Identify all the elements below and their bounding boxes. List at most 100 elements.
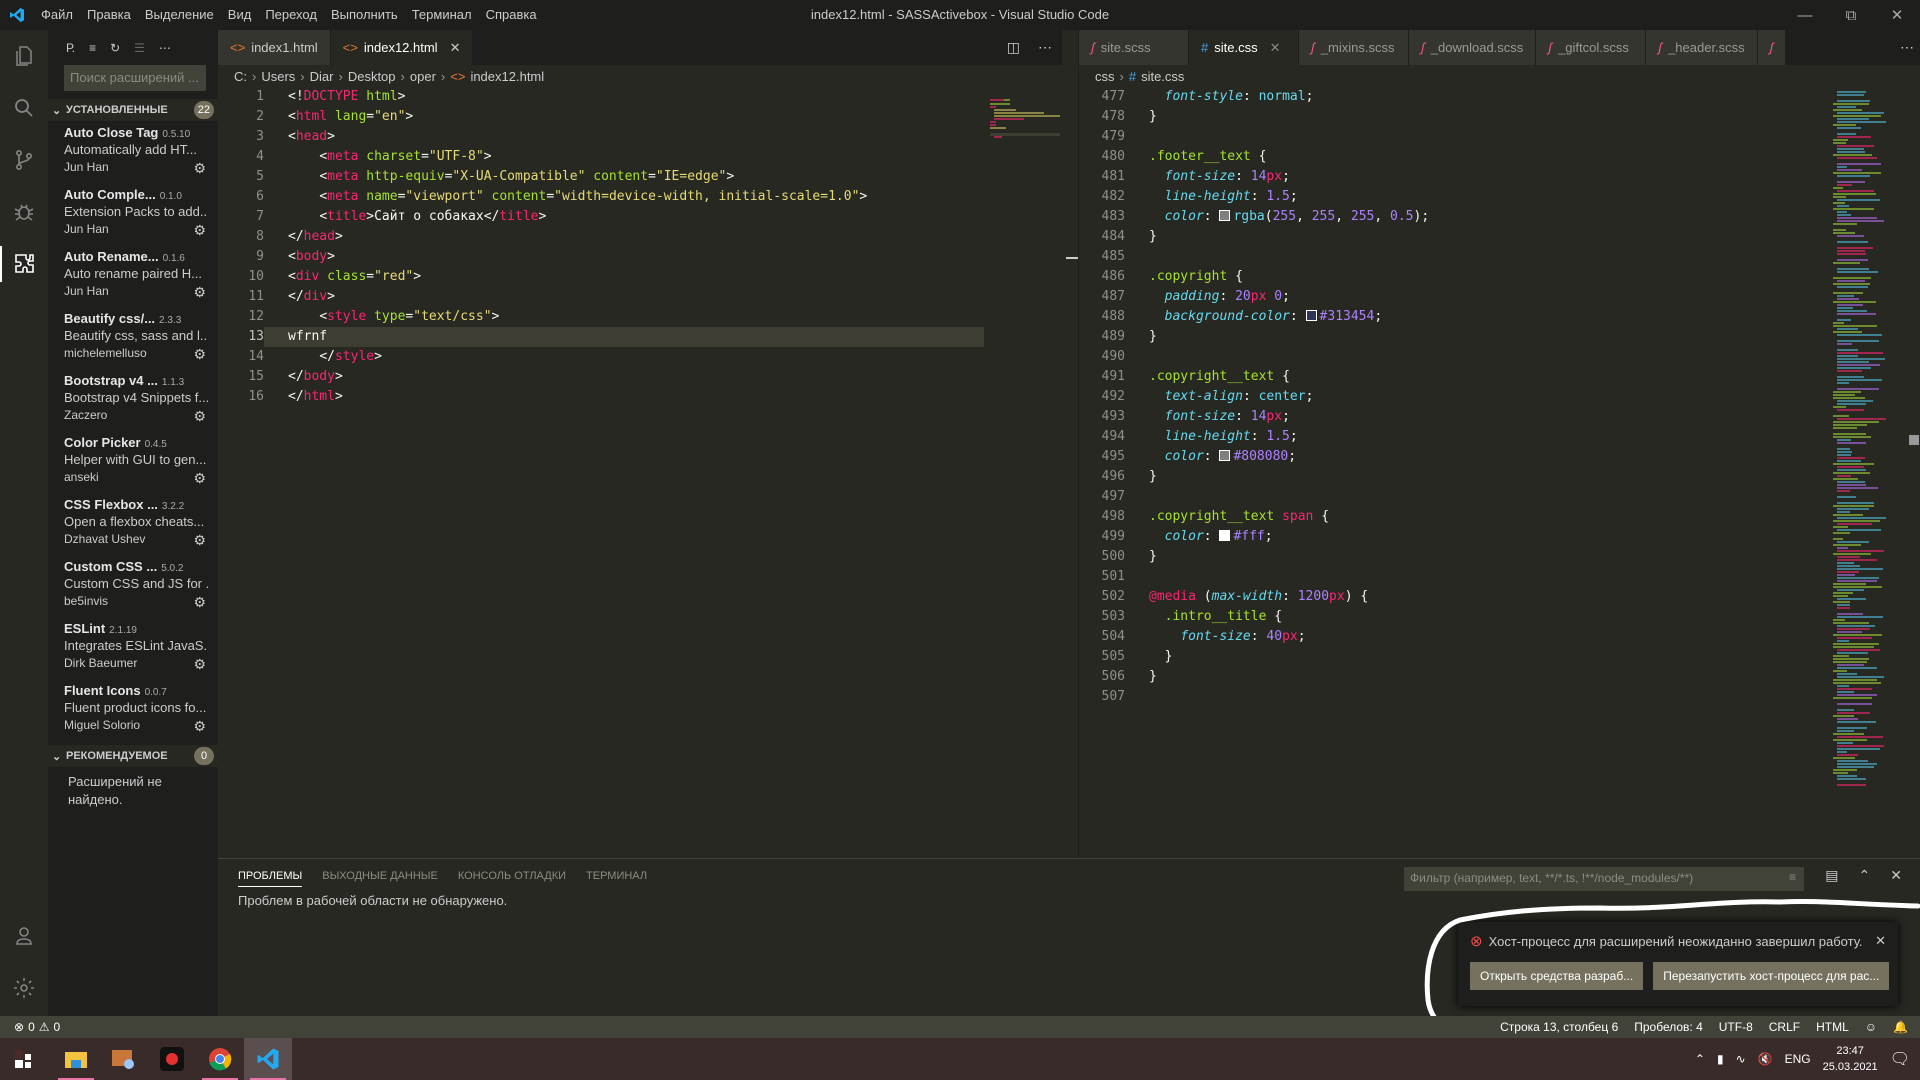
photo-app-icon[interactable] [100,1038,148,1080]
tab-site-scss[interactable]: ʃ site.scss [1079,30,1189,65]
code-editor-right[interactable]: 477 font-style: normal; 478} 479 480 .footer… [1079,87,1920,707]
tab-index1-html[interactable]: <> index1.html [218,30,331,65]
tab-overflow[interactable]: ʃ [1757,30,1787,65]
tab-site-css[interactable]: # site.css ✕ [1189,30,1299,65]
notifications-bell-icon[interactable]: 🔔 [1893,1020,1908,1034]
manage-gear-icon[interactable]: ⚙ [193,284,206,301]
extension-item[interactable]: Fluent Icons 0.0.7 Fluent product icons fo… [48,679,218,741]
close-panel-icon[interactable]: ✕ [1890,867,1902,884]
file-explorer-icon[interactable] [52,1038,100,1080]
code-line[interactable]: 502 @media (max-width: 1200px) { [1079,587,1920,607]
code-line[interactable]: 4 <meta charset="UTF-8"> [218,147,984,167]
manage-gear-icon[interactable]: ⚙ [193,222,206,239]
language-mode[interactable]: HTML [1816,1020,1849,1034]
code-line[interactable]: 486 .copyright { [1079,267,1920,287]
code-line[interactable]: 5 <meta http-equiv="X-UA-Compatible" con… [218,167,984,187]
extension-item[interactable]: Bootstrap v4 ... 1.1.3 Bootstrap v4 Snippe… [48,369,218,431]
code-line[interactable]: 498 .copyright__text span { [1079,507,1920,527]
code-line[interactable]: 478} [1079,107,1920,127]
code-line[interactable]: 501 [1079,567,1920,587]
code-line[interactable]: 491 .copyright__text { [1079,367,1920,387]
menu-file[interactable]: Файл [34,0,80,30]
code-editor-left[interactable]: 1 <!DOCTYPE html> 2 <html lang="en"> 3 <head>… [218,87,984,407]
source-control-icon[interactable] [0,134,48,186]
breadcrumb-item[interactable]: C: [234,69,247,84]
code-line[interactable]: 7 <title>Сайт о собаках</title> [218,207,984,227]
tab-giftcol-scss[interactable]: ʃ _giftcol.scss [1536,30,1647,65]
code-line[interactable]: 483 color: rgba(255, 255, 255, 0.5); [1079,207,1920,227]
feedback-icon[interactable]: ☺ [1865,1020,1877,1034]
extension-item[interactable]: Auto Comple... 0.1.0 Extension Packs to ad… [48,183,218,245]
manage-gear-icon[interactable]: ⚙ [193,470,206,487]
code-line[interactable]: 495 color: #808080; [1079,447,1920,467]
code-line[interactable]: 497 [1079,487,1920,507]
code-line[interactable]: 3 <head> [218,127,984,147]
cursor-position[interactable]: Строка 13, столбец 6 [1500,1020,1618,1034]
filter-icon[interactable]: ≡ [89,41,96,55]
code-line[interactable]: 15 </body> [218,367,984,387]
manage-gear-icon[interactable]: ⚙ [193,346,206,363]
breadcrumb-item[interactable]: Desktop [348,69,396,84]
code-line[interactable]: 489} [1079,327,1920,347]
menu-go[interactable]: Переход [258,0,324,30]
code-line[interactable]: 500} [1079,547,1920,567]
tab-mixins-scss[interactable]: ʃ _mixins.scss [1299,30,1409,65]
volume-muted-icon[interactable]: 🔇 [1758,1052,1773,1066]
code-line[interactable]: 487 padding: 20px 0; [1079,287,1920,307]
restart-extension-host-button[interactable]: Перезапустить хост-процесс для рас... [1653,962,1890,990]
vscode-taskbar-icon[interactable] [244,1038,292,1080]
minimap-left[interactable] [990,87,1064,867]
close-window-button[interactable]: ✕ [1874,0,1920,30]
code-line[interactable]: 490 [1079,347,1920,367]
refresh-icon[interactable]: ↻ [110,41,120,55]
code-line[interactable]: 480 .footer__text { [1079,147,1920,167]
maximize-panel-icon[interactable]: ⌃ [1859,867,1871,884]
problems-filter-input[interactable]: Фильтр (например, text, **/*.ts, !**/nod… [1404,867,1804,891]
panel-tab-terminal[interactable]: ТЕРМИНАЛ [586,870,647,882]
code-line[interactable]: 496} [1079,467,1920,487]
restore-button[interactable]: ⧉ [1828,0,1874,30]
extension-item[interactable]: Auto Close Tag 0.5.10 Automatically add HT… [48,121,218,183]
scrollbar-thumb[interactable] [1909,435,1919,445]
code-line[interactable]: 1 <!DOCTYPE html> [218,87,984,107]
wifi-icon[interactable]: ∿ [1736,1052,1746,1066]
code-line[interactable]: 9 <body> [218,247,984,267]
tab-download-scss[interactable]: ʃ _download.scss [1409,30,1537,65]
open-devtools-button[interactable]: Открыть средства разраб... [1470,962,1644,990]
breadcrumb-item[interactable]: oper [410,69,436,84]
code-line[interactable]: 12 <style type="text/css"> [218,307,984,327]
extension-search-input[interactable]: Поиск расширений ... [64,65,206,91]
more-actions-icon[interactable]: ⋯ [159,41,171,55]
more-actions-icon[interactable]: ⋯ [1038,39,1052,56]
code-line[interactable]: 10 <div class="red"> [218,267,984,287]
close-tab-icon[interactable]: ✕ [1270,40,1281,56]
extensions-icon[interactable] [0,238,48,290]
code-line[interactable]: 499 color: #fff; [1079,527,1920,547]
recorder-app-icon[interactable] [148,1038,196,1080]
split-editor-icon[interactable]: ◫ [1007,39,1020,56]
breadcrumb-item[interactable]: site.css [1141,69,1184,84]
code-line[interactable]: 13 wfrnf [218,327,984,347]
code-line[interactable]: 485 [1079,247,1920,267]
tab-index12-html[interactable]: <> index12.html ✕ [330,30,474,65]
extension-item[interactable]: Custom CSS ... 5.0.2 Custom CSS and JS for… [48,555,218,617]
code-line[interactable]: 11 </div> [218,287,984,307]
manage-gear-icon[interactable]: ⚙ [193,160,206,177]
problems-status[interactable]: ⊗ 0 ⚠ 0 [0,1020,60,1034]
close-notification-icon[interactable]: ✕ [1875,933,1886,949]
extension-item[interactable]: CSS Flexbox ... 3.2.2 Open a flexbox cheat… [48,493,218,555]
breadcrumb-item[interactable]: Diar [310,69,334,84]
indentation[interactable]: Пробелов: 4 [1634,1020,1703,1034]
code-line[interactable]: 493 font-size: 14px; [1079,407,1920,427]
code-line[interactable]: 6 <meta name="viewport" content="width=d… [218,187,984,207]
extension-item[interactable]: ESLint 2.1.19 Integrates ESLint JavaS... Di… [48,617,218,679]
panel-tab-debug-console[interactable]: КОНСОЛЬ ОТЛАДКИ [458,870,566,882]
collapse-all-icon[interactable]: ▤ [1825,867,1838,884]
code-line[interactable]: 484} [1079,227,1920,247]
code-line[interactable]: 8 </head> [218,227,984,247]
code-line[interactable]: 479 [1079,127,1920,147]
account-icon[interactable] [0,910,48,962]
menu-view[interactable]: Вид [221,0,259,30]
extension-item[interactable]: Auto Rename... 0.1.6 Auto rename paired H.… [48,245,218,307]
action-center-icon[interactable]: 🗨 [1890,1049,1910,1069]
